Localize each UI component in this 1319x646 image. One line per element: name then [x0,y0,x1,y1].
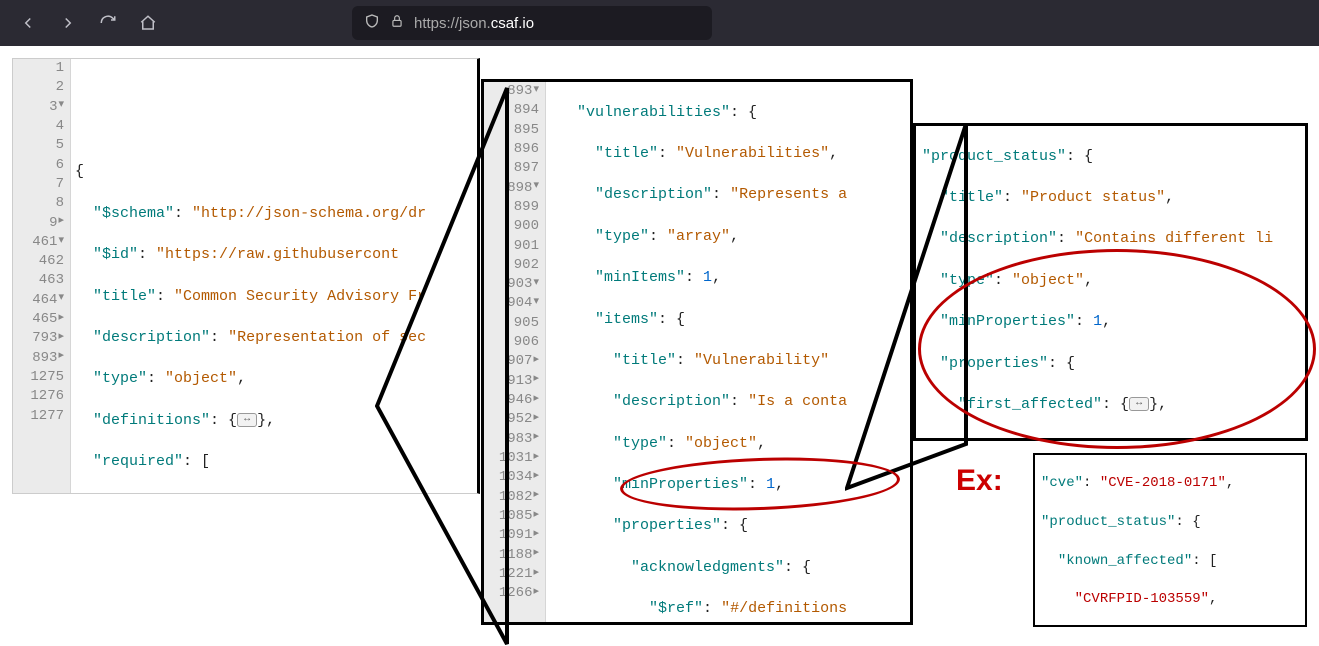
code-body[interactable]: "cve": "CVE-2018-0171", "product_status"… [1035,455,1305,625]
content-stage: 1 2 3▾ 4 5 6 7 8 9▸ 461▾ 462 463 464▾ 46… [0,46,1319,635]
back-button[interactable] [12,7,44,39]
code-pane-vulnerabilities[interactable]: 893▾ 894 895 896 897 898▾ 899 900 901 90… [481,79,913,625]
line-gutter: 1 2 3▾ 4 5 6 7 8 9▸ 461▾ 462 463 464▾ 46… [13,59,71,493]
home-button[interactable] [132,7,164,39]
code-body[interactable]: "vulnerabilities": { "title": "Vulnerabi… [546,82,910,622]
browser-toolbar: https://json.csaf.io [0,0,1319,46]
lock-icon [390,14,404,33]
code-pane-product-status[interactable]: "product_status": { "title": "Product st… [913,123,1308,441]
url-text: https://json.csaf.io [414,15,534,32]
code-body[interactable]: { "$schema": "http://json-schema.org/dr … [71,59,477,493]
line-gutter: 893▾ 894 895 896 897 898▾ 899 900 901 90… [484,82,546,622]
address-bar[interactable]: https://json.csaf.io [352,6,712,40]
code-pane-main[interactable]: 1 2 3▾ 4 5 6 7 8 9▸ 461▾ 462 463 464▾ 46… [12,58,480,494]
shield-icon [364,13,380,34]
reload-button[interactable] [92,7,124,39]
example-label: Ex: [956,464,1003,498]
forward-button[interactable] [52,7,84,39]
code-pane-example[interactable]: "cve": "CVE-2018-0171", "product_status"… [1033,453,1307,627]
code-body[interactable]: "product_status": { "title": "Product st… [916,126,1305,438]
